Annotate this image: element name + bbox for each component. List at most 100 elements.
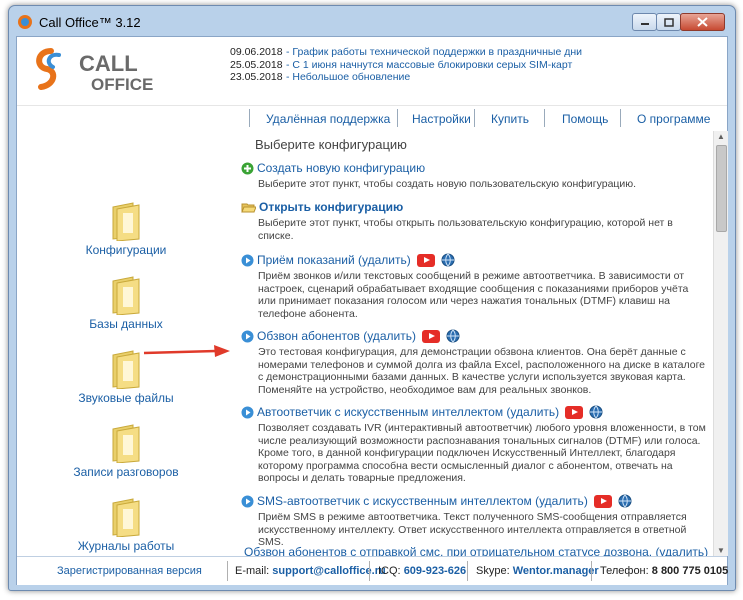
skype-label: Skype: [476,565,510,577]
youtube-icon[interactable] [565,405,584,419]
status-phone: Телефон: 8 800 775 0105 [600,565,728,577]
play-icon[interactable] [241,254,254,267]
config-entry: Приём показаний (удалить) Приём звонков … [241,253,706,320]
folder-icon [112,202,140,241]
status-bar: Зарегистрированная версия E-mail: suppor… [17,556,728,585]
phone-label: Телефон: [600,565,649,577]
folder-icon [112,350,140,389]
config-link[interactable]: Обзвон абонентов (удалить) [257,329,416,343]
news-link[interactable]: - С 1 июня начнутся массовые блокировки … [286,59,572,71]
config-link[interactable]: Обзвон абонентов с отправкой смс, при от… [244,545,708,556]
sidebar-item-configurations[interactable]: Конфигурации [17,201,235,257]
globe-icon[interactable] [446,329,460,343]
menu-buy[interactable]: Купить [491,112,529,126]
config-list: Выберите конфигурацию Создать новую конф… [235,131,713,556]
status-separator [591,561,592,581]
globe-icon[interactable] [589,405,603,419]
config-link[interactable]: Приём показаний (удалить) [257,253,411,267]
open-folder-icon [241,203,256,212]
sidebar-item-label: Журналы работы [77,539,175,553]
status-separator [369,561,370,581]
skype-link[interactable]: Wentor.manager [513,565,599,577]
news-link[interactable]: - Небольшое обновление [286,71,410,83]
top-menu: Удалённая поддержка Настройки Купить Пом… [17,105,727,132]
sidebar-item-work-logs[interactable]: Журналы работы [17,497,235,553]
logo-text-office: OFFICE [91,75,153,94]
maximize-icon [663,17,674,27]
registered-version: Зарегистрированная версия [57,565,202,577]
phone-value: 8 800 775 0105 [651,565,729,577]
scroll-up-icon[interactable]: ▲ [717,132,725,141]
menu-separator [249,109,250,127]
youtube-icon[interactable] [593,494,612,508]
play-icon[interactable] [241,406,254,419]
sidebar-item-call-records[interactable]: Записи разговоров [17,423,235,479]
menu-separator [397,109,398,127]
plus-circle-icon [241,162,254,174]
news-item[interactable]: 23.05.2018- Небольшое обновление [230,71,582,84]
folder-icon [112,424,140,463]
status-skype: Skype: Wentor.manager [476,565,599,577]
title-bar[interactable]: Call Office™ 3.12 [9,6,735,36]
config-entry: Обзвон абонентов с отправкой смс, при от… [241,545,708,556]
news-date: 23.05.2018 [230,71,283,83]
header: CALL OFFICE 09.06.2018- График работы те… [17,37,727,105]
annotation-arrow-icon [143,345,230,357]
sidebar-item-label: Конфигурации [85,243,167,257]
menu-remote-support[interactable]: Удалённая поддержка [266,112,390,126]
globe-icon[interactable] [441,253,455,267]
news-date: 09.06.2018 [230,46,283,58]
minimize-icon [640,23,649,25]
icq-value: 609-923-626 [403,565,467,577]
minimize-button[interactable] [632,13,657,31]
app-window: Call Office™ 3.12 CALL OFFICE 09.06.2018… [8,5,736,591]
sidebar-item-label: Базы данных [89,317,163,331]
config-desc: Позволяет создавать IVR (интерактивный а… [258,422,706,484]
config-entry: Обзвон абонентов (удалить) Это тестовая … [241,329,706,396]
menu-separator [620,109,621,127]
menu-help[interactable]: Помощь [562,112,608,126]
menu-settings[interactable]: Настройки [412,112,471,126]
sidebar-item-label: Записи разговоров [73,465,179,479]
vertical-scrollbar[interactable]: ▲ ▼ [713,131,728,556]
play-icon[interactable] [241,495,254,508]
logo-text-call: CALL [79,51,138,76]
config-entry: Автоответчик с искусственным интеллектом… [241,405,706,485]
app-icon [18,15,32,29]
open-config-link[interactable]: Открыть конфигурацию [259,200,403,214]
close-icon [697,17,708,27]
maximize-button[interactable] [656,13,681,31]
icq-label: ICQ: [378,565,401,577]
news-list: 09.06.2018- График работы технической по… [230,46,582,84]
globe-icon[interactable] [618,494,632,508]
client-area: CALL OFFICE 09.06.2018- График работы те… [16,36,728,585]
news-date: 25.05.2018 [230,58,283,71]
config-desc: Это тестовая конфигурация, для демонстра… [258,346,706,396]
sidebar-item-databases[interactable]: Базы данных [17,275,235,331]
open-config-entry: Открыть конфигурацию Выберите этот пункт… [241,200,706,242]
news-link[interactable]: - График работы технической поддержки в … [286,46,582,58]
create-config-entry: Создать новую конфигурацию Выберите этот… [241,161,706,191]
menu-about[interactable]: О программе [637,112,710,126]
menu-separator [474,109,475,127]
config-link[interactable]: Автоответчик с искусственным интеллектом… [257,405,559,419]
call-office-logo: CALL OFFICE [36,48,153,94]
news-item[interactable]: 25.05.2018- С 1 июня начнутся массовые б… [230,59,582,72]
youtube-icon[interactable] [421,329,440,343]
create-config-link[interactable]: Создать новую конфигурацию [257,161,425,175]
status-email: E-mail: support@calloffice.ru [235,565,386,577]
news-item[interactable]: 09.06.2018- График работы технической по… [230,46,582,59]
youtube-icon[interactable] [416,253,435,267]
menu-separator [544,109,545,127]
config-desc: Приём звонков и/или текстовых сообщений … [258,270,689,320]
play-icon[interactable] [241,330,254,343]
scroll-down-icon[interactable]: ▼ [717,546,725,555]
sidebar-item-label: Звуковые файлы [78,391,174,405]
close-button[interactable] [680,13,725,31]
config-entry: SMS-автоответчик с искусственным интелле… [241,494,706,549]
window-title: Call Office™ 3.12 [39,15,141,30]
config-link[interactable]: SMS-автоответчик с искусственным интелле… [257,494,588,508]
scrollbar-thumb[interactable] [716,145,727,232]
status-icq: ICQ: 609-923-626 [378,565,466,577]
open-config-desc: Выберите этот пункт, чтобы открыть польз… [258,217,673,242]
